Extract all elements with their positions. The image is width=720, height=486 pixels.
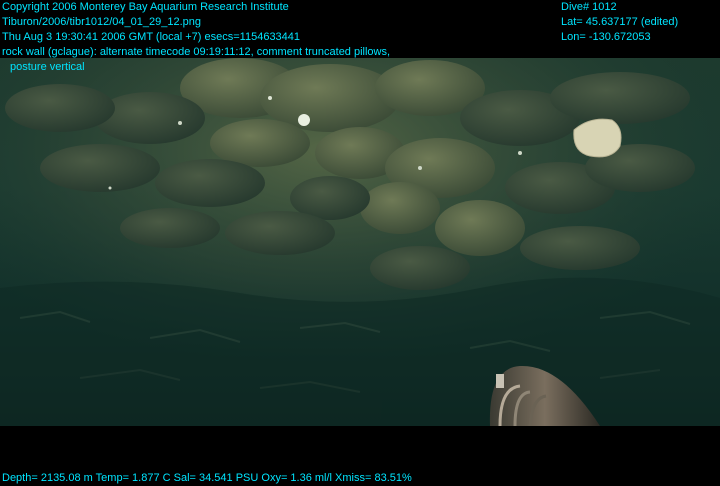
longitude-text: Lon= -130.672053 <box>561 31 651 43</box>
pale-sponge <box>573 118 622 158</box>
seafloor-rock-wall-image <box>0 58 720 426</box>
header-left-overlay: Copyright 2006 Monterey Bay Aquarium Res… <box>2 0 390 75</box>
video-frame: Copyright 2006 Monterey Bay Aquarium Res… <box>0 0 720 486</box>
seafloor-scene-drawing <box>0 58 720 426</box>
comment-continuation-text: posture vertical <box>10 61 85 73</box>
copyright-text: Copyright 2006 Monterey Bay Aquarium Res… <box>2 1 289 13</box>
latitude-text: Lat= 45.637177 (edited) <box>561 16 679 28</box>
telemetry-text: Depth= 2135.08 m Temp= 1.877 C Sal= 34.5… <box>2 472 412 484</box>
comment-text: rock wall (gclague): alternate timecode … <box>2 46 391 58</box>
timestamp-text: Thu Aug 3 19:30:41 2006 GMT (local +7) e… <box>2 31 301 43</box>
image-path-text: Tiburon/2006/tibr1012/04_01_29_12.png <box>2 16 201 28</box>
dive-number-text: Dive# 1012 <box>561 1 617 13</box>
header-right-overlay: Dive# 1012 Lat= 45.637177 (edited) Lon= … <box>561 0 678 45</box>
telemetry-overlay: Depth= 2135.08 m Temp= 1.877 C Sal= 34.5… <box>2 471 412 486</box>
